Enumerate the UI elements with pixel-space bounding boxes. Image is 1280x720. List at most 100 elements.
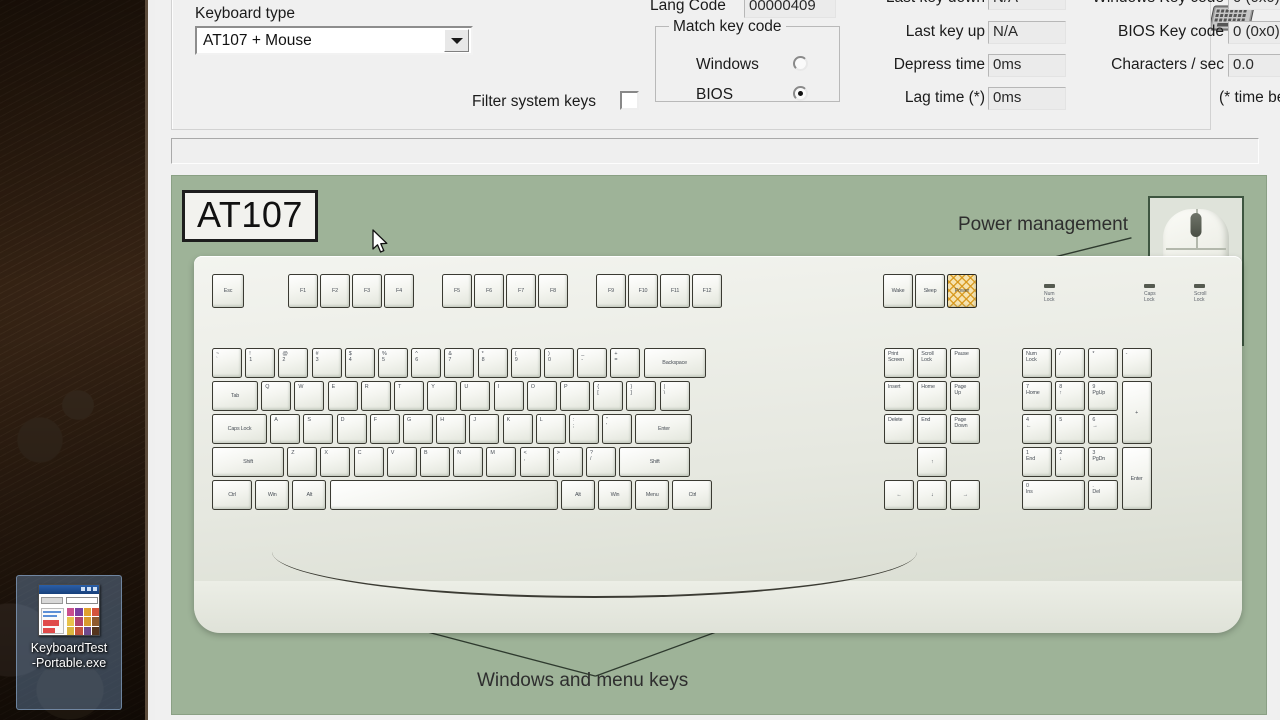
key--5[interactable]: % 5 [378, 348, 408, 378]
key-ctrl-left[interactable]: Ctrl [212, 480, 252, 510]
key-x[interactable]: X [320, 447, 351, 477]
chevron-down-icon[interactable] [444, 29, 469, 52]
keyboard-type-dropdown[interactable]: AT107 + Mouse [195, 26, 473, 55]
key-arrow-right[interactable]: → [950, 480, 981, 510]
key-2-[interactable]: 2 ↓ [1055, 447, 1086, 477]
key-f8[interactable]: F8 [538, 274, 568, 308]
key-c[interactable]: C [353, 447, 384, 477]
key-menu[interactable]: Menu [635, 480, 670, 510]
key-num-lock[interactable]: Num Lock [1022, 348, 1052, 378]
key-arrow-up[interactable]: ↑ [917, 447, 948, 477]
key--9[interactable]: ( 9 [510, 348, 541, 378]
key-7-home[interactable]: 7 Home [1022, 381, 1052, 411]
key-f12[interactable]: F12 [692, 274, 722, 308]
key-f2[interactable]: F2 [320, 274, 350, 308]
key-wake[interactable]: Wake [883, 274, 913, 308]
key-h[interactable]: H [436, 414, 467, 444]
key-tab[interactable]: Tab [212, 381, 258, 411]
key--[interactable]: > . [552, 447, 583, 477]
key-scroll-lock[interactable]: Scroll Lock [917, 348, 948, 378]
key-f6[interactable]: F6 [474, 274, 504, 308]
desktop-icon-keyboardtest[interactable]: KeyboardTest -Portable.exe [16, 575, 122, 710]
key-home[interactable]: Home [917, 381, 948, 411]
key--[interactable]: < , [519, 447, 550, 477]
key--[interactable]: " ' [602, 414, 633, 444]
key-win-right[interactable]: Win [598, 480, 632, 510]
key-caps-lock[interactable]: Caps Lock [212, 414, 267, 444]
key--[interactable]: ? / [586, 447, 616, 477]
key-3-pgdn[interactable]: 3 PgDn [1088, 447, 1119, 477]
key-p[interactable]: P [560, 381, 590, 411]
key-numpad-enter[interactable]: Enter [1121, 447, 1152, 511]
key-f[interactable]: F [369, 414, 400, 444]
key-enter[interactable]: Enter [635, 414, 693, 444]
key-q[interactable]: Q [261, 381, 292, 411]
key-numpad-0[interactable]: 0 Ins [1022, 480, 1086, 510]
key-numpad-plus[interactable]: + [1121, 381, 1152, 445]
key-4-[interactable]: 4 ← [1022, 414, 1052, 444]
key-page-up[interactable]: Page Up [950, 381, 981, 411]
key--[interactable]: } ] [626, 381, 657, 411]
key-backspace[interactable]: Backspace [643, 348, 706, 378]
key-[interactable]: * [1088, 348, 1119, 378]
key-k[interactable]: K [502, 414, 533, 444]
key-8-[interactable]: 8 ↑ [1055, 381, 1086, 411]
key-end[interactable]: End [917, 414, 948, 444]
key--[interactable]: | \ [659, 381, 690, 411]
key-f10[interactable]: F10 [628, 274, 658, 308]
key-f9[interactable]: F9 [596, 274, 626, 308]
key-1-end[interactable]: 1 End [1022, 447, 1052, 477]
key-u[interactable]: U [460, 381, 491, 411]
key--1[interactable]: ! 1 [245, 348, 276, 378]
keyboard-diagram-panel[interactable]: AT107 Power management Windows and menu … [171, 175, 1267, 715]
key-r[interactable]: R [360, 381, 391, 411]
key-win-left[interactable]: Win [255, 480, 290, 510]
key-sleep[interactable]: Sleep [915, 274, 945, 308]
key-alt-left[interactable]: Alt [292, 480, 327, 510]
key-pause[interactable]: Pause [950, 348, 981, 378]
key-6-[interactable]: 6 → [1088, 414, 1119, 444]
key-delete[interactable]: Delete [884, 414, 914, 444]
key-esc[interactable]: Esc [212, 274, 244, 308]
key-a[interactable]: A [270, 414, 301, 444]
key-arrow-down[interactable]: ↓ [917, 480, 948, 510]
key--3[interactable]: # 3 [311, 348, 342, 378]
key-insert[interactable]: Insert [884, 381, 914, 411]
match-windows-radio[interactable] [793, 56, 808, 71]
key-print-screen[interactable]: Print Screen [884, 348, 914, 378]
key-o[interactable]: O [526, 381, 557, 411]
filter-system-keys-checkbox[interactable] [620, 91, 639, 110]
key-f3[interactable]: F3 [352, 274, 382, 308]
key-t[interactable]: T [394, 381, 424, 411]
key-space[interactable] [329, 480, 558, 510]
key-j[interactable]: J [469, 414, 500, 444]
key-y[interactable]: Y [427, 381, 458, 411]
key-shift-left[interactable]: Shift [212, 447, 284, 477]
key--[interactable]: ~ ` [212, 348, 242, 378]
match-bios-radio[interactable] [793, 86, 808, 101]
key-z[interactable]: Z [287, 447, 318, 477]
key-i[interactable]: I [493, 381, 524, 411]
key--8[interactable]: * 8 [477, 348, 508, 378]
key-shift-right[interactable]: Shift [619, 447, 691, 477]
key-g[interactable]: G [403, 414, 433, 444]
status-strip[interactable] [171, 138, 1259, 164]
key---[interactable]: _ - [577, 348, 608, 378]
key-f1[interactable]: F1 [288, 274, 318, 308]
key--6[interactable]: ^ 6 [411, 348, 442, 378]
key-9-pgup[interactable]: 9 PgUp [1088, 381, 1119, 411]
key-d[interactable]: D [336, 414, 367, 444]
key-arrow-left[interactable]: ← [884, 480, 914, 510]
key-f11[interactable]: F11 [660, 274, 690, 308]
key-alt-right[interactable]: Alt [560, 480, 595, 510]
key-f4[interactable]: F4 [384, 274, 414, 308]
key-[interactable]: / [1055, 348, 1086, 378]
key-l[interactable]: L [535, 414, 566, 444]
key--4[interactable]: $ 4 [344, 348, 375, 378]
key--2[interactable]: @ 2 [278, 348, 309, 378]
key-page-down[interactable]: Page Down [950, 414, 981, 444]
key--[interactable]: - [1121, 348, 1152, 378]
key--[interactable]: : ; [569, 414, 599, 444]
key-ctrl-right[interactable]: Ctrl [672, 480, 713, 510]
key--0[interactable]: ) 0 [544, 348, 574, 378]
